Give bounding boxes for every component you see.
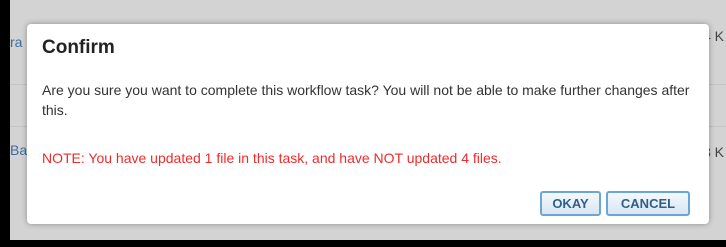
okay-button[interactable]: OKAY <box>540 191 601 216</box>
dialog-title: Confirm <box>42 37 115 58</box>
dialog-warning-note: NOTE: You have updated 1 file in this ta… <box>42 150 502 166</box>
dialog-message: Are you sure you want to complete this w… <box>42 82 690 118</box>
background-link-fragment[interactable]: Ba <box>10 142 27 158</box>
background-link-fragment[interactable]: ra <box>10 34 22 50</box>
cancel-button[interactable]: CANCEL <box>606 191 690 216</box>
